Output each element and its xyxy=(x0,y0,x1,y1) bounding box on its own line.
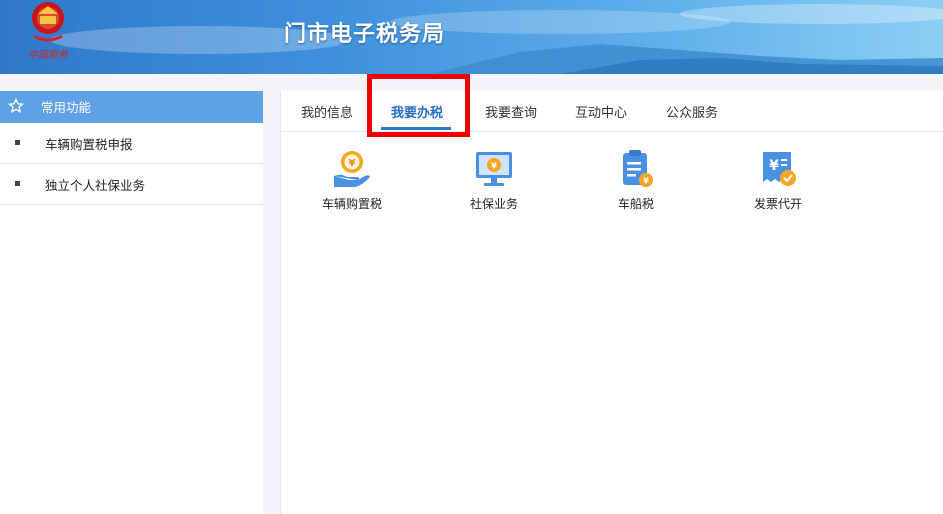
sidebar-header[interactable]: 常用功能 xyxy=(0,91,263,123)
service-label: 发票代开 xyxy=(753,197,802,211)
service-invoice-issuance[interactable]: ¥ 发票代开 xyxy=(728,149,828,212)
banner-background xyxy=(50,4,943,74)
page-title: 门市电子税务局 xyxy=(284,22,446,47)
svg-text:¥: ¥ xyxy=(491,162,497,171)
svg-text:¥: ¥ xyxy=(643,177,649,186)
clipboard-coin-icon: ¥ xyxy=(623,150,653,187)
star-icon xyxy=(8,98,24,114)
svg-text:¥: ¥ xyxy=(349,158,356,169)
bullet-icon xyxy=(15,181,20,186)
tab-query[interactable]: 我要查询 xyxy=(485,102,537,121)
sidebar-item-social-insurance[interactable]: 独立个人社保业务 xyxy=(0,164,263,205)
tax-emblem-icon: 中国税务 xyxy=(28,2,69,61)
service-label: 车船税 xyxy=(617,197,654,211)
sidebar-item-vehicle-purchase-tax[interactable]: 车辆购置税申报 xyxy=(0,123,263,164)
service-label: 车辆购置税 xyxy=(321,197,382,211)
service-vehicle-purchase-tax[interactable]: ¥ 车辆购置税 xyxy=(302,149,402,212)
header-banner: 中国税务 门市电子税务局 xyxy=(0,0,943,74)
tab-public-service[interactable]: 公众服务 xyxy=(666,102,718,121)
layout-gutter xyxy=(263,91,280,514)
sidebar-item-label: 独立个人社保业务 xyxy=(45,178,146,193)
service-vehicle-vessel-tax[interactable]: ¥ 车船税 xyxy=(586,149,686,212)
invoice-check-icon: ¥ xyxy=(763,152,796,186)
tab-interaction-center[interactable]: 互动中心 xyxy=(575,102,627,121)
highlight-annotation xyxy=(367,74,470,137)
sidebar-item-label: 车辆购置税申报 xyxy=(45,137,133,152)
bullet-icon xyxy=(15,140,20,145)
sidebar: 常用功能 车辆购置税申报 独立个人社保业务 xyxy=(0,91,263,514)
service-social-insurance[interactable]: ¥ 社保业务 xyxy=(444,149,544,212)
coin-hand-icon: ¥ xyxy=(334,151,370,187)
svg-text:中国税务: 中国税务 xyxy=(28,49,69,61)
sidebar-title: 常用功能 xyxy=(41,100,92,115)
tab-my-info[interactable]: 我的信息 xyxy=(301,102,353,121)
svg-text:¥: ¥ xyxy=(769,158,779,174)
service-label: 社保业务 xyxy=(469,197,518,211)
monitor-coin-icon: ¥ xyxy=(476,152,512,186)
main-panel: 我的信息 我要办税 我要查询 互动中心 公众服务 ¥ 车辆购置税 ¥ 社保业务 xyxy=(280,91,943,514)
